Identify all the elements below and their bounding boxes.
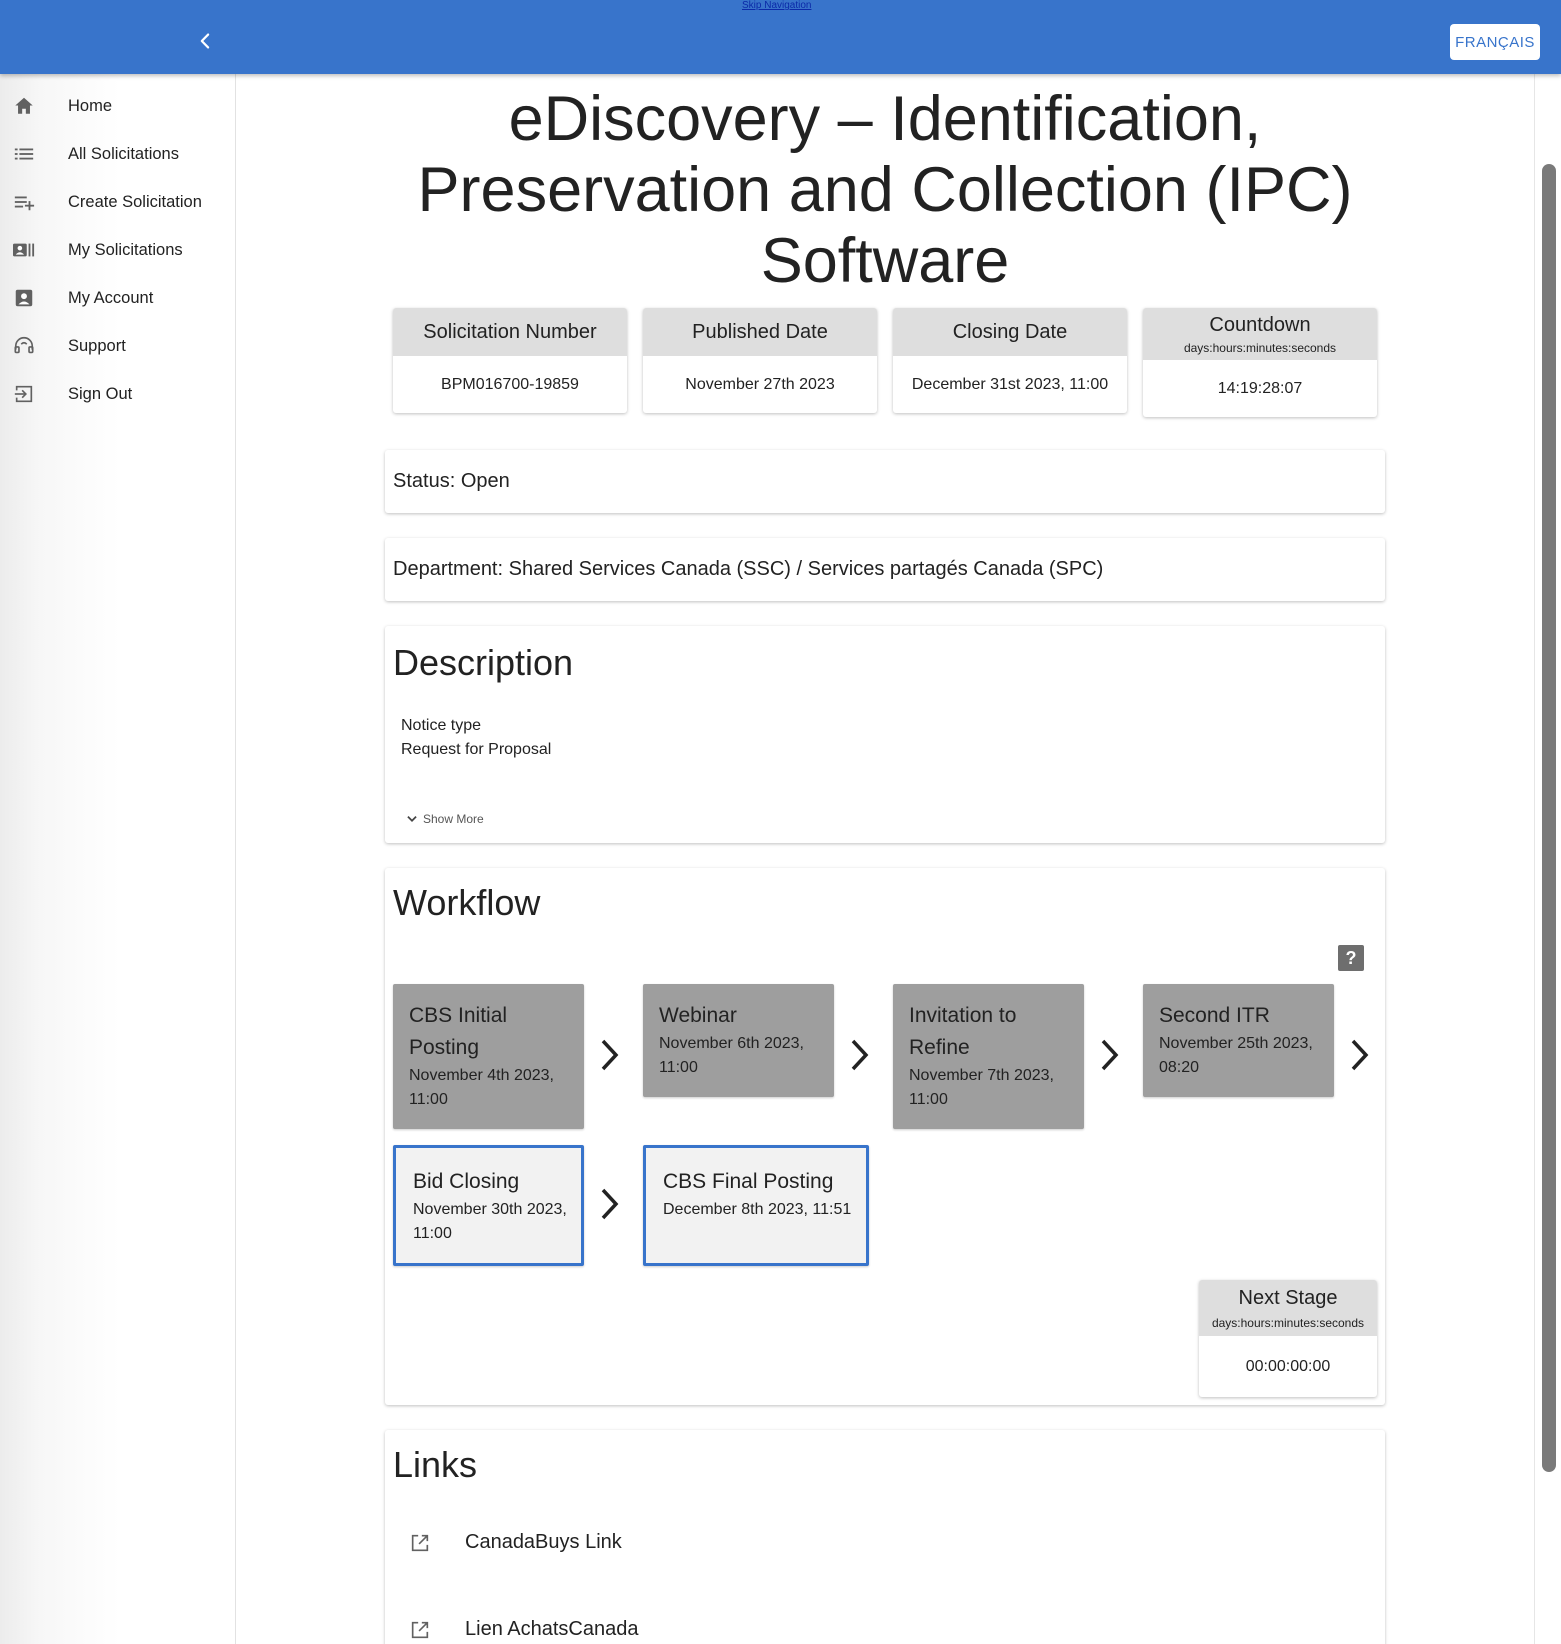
language-toggle-button[interactable]: FRANÇAIS	[1450, 24, 1540, 60]
canadabuys-link[interactable]: CanadaBuys Link	[409, 1531, 622, 1554]
workflow-heading: Workflow	[393, 882, 541, 923]
stage-name: CBS Final Posting	[663, 1170, 834, 1193]
sidebar-item-support[interactable]: Support	[0, 324, 236, 368]
sidebar-item-sign-out[interactable]: Sign Out	[0, 372, 236, 416]
workflow-stage: CBS Initial Posting November 4th 2023, 1…	[393, 984, 584, 1129]
sidebar-item-my-solicitations[interactable]: My Solicitations	[0, 228, 236, 272]
next-stage-box: Next Stage days:hours:minutes:seconds 00…	[1199, 1280, 1377, 1397]
account-box-icon	[11, 285, 37, 311]
collapse-sidebar-button[interactable]	[188, 24, 222, 58]
description-heading: Description	[393, 642, 574, 683]
chevron-right-icon	[594, 1035, 624, 1075]
stage-name: CBS Initial Posting	[409, 1004, 508, 1059]
chevron-left-icon	[200, 33, 210, 49]
info-box-value: December 31st 2023, 11:00	[911, 375, 1109, 393]
next-stage-label: Next Stage days:hours:minutes:seconds	[1199, 1280, 1377, 1336]
links-card: Links CanadaBuys Link Lien AchatsCanada	[385, 1430, 1385, 1644]
workflow-stage: Second ITR November 25th 2023, 08:20	[1143, 984, 1334, 1097]
sidebar-item-label: Create Solicitation	[68, 192, 202, 211]
next-stage-format: days:hours:minutes:seconds	[1211, 1315, 1365, 1330]
solicitation-number-box: Solicitation Number BPM016700-19859	[393, 308, 627, 413]
info-box-label: Published Date	[643, 308, 877, 356]
sidebar-item-label: My Account	[68, 288, 154, 307]
playlist-add-icon	[11, 189, 37, 215]
sidebar-item-home[interactable]: Home	[0, 84, 236, 128]
notice-type-value: Request for Proposal	[401, 741, 552, 758]
status-card: Status: Open	[385, 450, 1385, 513]
countdown-value: 14:19:28:07	[1217, 379, 1303, 397]
chevron-down-icon	[407, 816, 417, 822]
page-title: eDiscovery – Identification, Preservatio…	[417, 84, 1353, 296]
list-icon	[11, 141, 37, 167]
countdown-format: days:hours:minutes:seconds	[1183, 340, 1337, 355]
info-box-value: BPM016700-19859	[441, 375, 579, 393]
department-card: Department: Shared Services Canada (SSC)…	[385, 538, 1385, 601]
sign-out-icon	[11, 381, 37, 407]
workflow-help-button[interactable]: ?	[1338, 945, 1364, 971]
stage-date: November 6th 2023, 11:00	[659, 1035, 804, 1076]
countdown-box: Countdown days:hours:minutes:seconds 14:…	[1143, 308, 1377, 417]
stage-name: Bid Closing	[413, 1170, 520, 1193]
stage-name: Second ITR	[1159, 1004, 1270, 1027]
sidebar-item-label: All Solicitations	[68, 144, 179, 163]
workflow-stage: Webinar November 6th 2023, 11:00	[643, 984, 834, 1097]
published-date-box: Published Date November 27th 2023	[643, 308, 877, 413]
home-icon	[11, 93, 37, 119]
stage-name: Webinar	[659, 1004, 737, 1027]
sidebar-item-label: My Solicitations	[68, 240, 183, 259]
sidebar-item-label: Sign Out	[68, 384, 133, 403]
closing-date-box: Closing Date December 31st 2023, 11:00	[893, 308, 1127, 413]
info-box-label: Solicitation Number	[393, 308, 627, 356]
stage-name: Invitation to Refine	[909, 1004, 1017, 1059]
sidebar-item-label: Home	[68, 96, 113, 115]
achatscanada-link[interactable]: Lien AchatsCanada	[409, 1618, 638, 1641]
workflow-stage: Invitation to Refine November 7th 2023, …	[893, 984, 1084, 1129]
contact-list-icon	[11, 237, 37, 263]
app-bar: Skip Navigation FRANÇAIS	[0, 0, 1561, 74]
status-text: Status: Open	[393, 470, 510, 492]
chevron-right-icon	[1094, 1035, 1124, 1075]
chevron-right-icon	[844, 1035, 874, 1075]
skip-navigation-link[interactable]: Skip Navigation	[742, 0, 811, 11]
support-icon	[11, 333, 37, 359]
description-text: Notice type Request for Proposal	[401, 714, 551, 762]
link-label: CanadaBuys Link	[465, 1531, 622, 1553]
chevron-right-icon	[594, 1184, 624, 1224]
stage-date: November 30th 2023, 11:00	[413, 1201, 567, 1242]
chevron-right-icon	[1344, 1035, 1374, 1075]
sidebar-nav: Home All Solicitations Create Solicitati…	[0, 74, 236, 1644]
notice-type-label: Notice type	[401, 717, 482, 734]
show-more-button[interactable]: Show More	[405, 812, 484, 826]
main-scrollbar[interactable]	[1534, 74, 1561, 1644]
stage-date: November 25th 2023, 08:20	[1159, 1035, 1313, 1076]
workflow-card: Workflow ? CBS Initial Posting November …	[385, 868, 1385, 1405]
sidebar-item-label: Support	[68, 336, 126, 355]
workflow-stage-current: CBS Final Posting December 8th 2023, 11:…	[643, 1145, 869, 1266]
sidebar-item-all-solicitations[interactable]: All Solicitations	[0, 132, 236, 176]
info-box-label: Countdown days:hours:minutes:seconds	[1143, 308, 1377, 360]
open-in-new-icon	[411, 1621, 429, 1638]
open-in-new-icon	[411, 1534, 429, 1551]
stage-date: November 4th 2023, 11:00	[409, 1067, 554, 1108]
scrollbar-thumb[interactable]	[1542, 164, 1556, 1472]
show-more-label: Show More	[423, 812, 484, 826]
stage-date: November 7th 2023, 11:00	[909, 1067, 1054, 1108]
sidebar-item-create-solicitation[interactable]: Create Solicitation	[0, 180, 236, 224]
info-box-label: Closing Date	[893, 308, 1127, 356]
department-text: Department: Shared Services Canada (SSC)…	[393, 558, 1104, 580]
sidebar-item-my-account[interactable]: My Account	[0, 276, 236, 320]
links-heading: Links	[393, 1444, 478, 1485]
workflow-stage-current: Bid Closing November 30th 2023, 11:00	[393, 1145, 584, 1266]
description-card: Description Notice type Request for Prop…	[385, 626, 1385, 843]
stage-date: December 8th 2023, 11:51	[663, 1201, 852, 1218]
next-stage-value: 00:00:00:00	[1245, 1357, 1331, 1375]
link-label: Lien AchatsCanada	[465, 1618, 639, 1640]
info-box-value: November 27th 2023	[685, 375, 835, 393]
